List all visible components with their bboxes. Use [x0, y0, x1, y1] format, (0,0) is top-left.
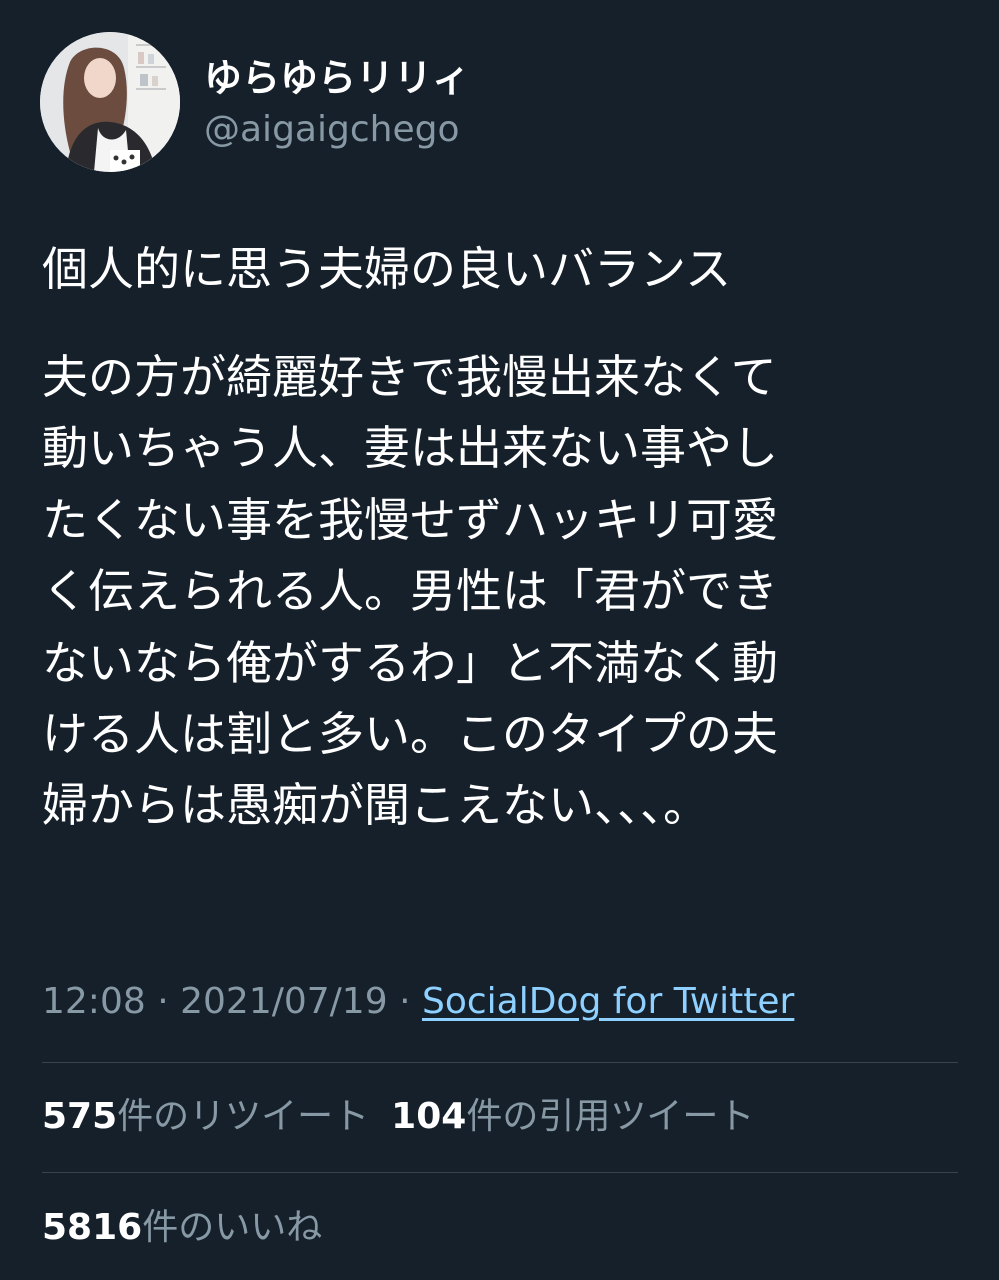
tweet-body-line: ないなら俺がするわ」と不満なく動 — [42, 635, 778, 690]
tweet-body-line: 夫の方が綺麗好きで我慢出来なくて — [42, 350, 777, 404]
tweet-body-line: 動いちゃう人、妻は出来ない事やし — [42, 421, 778, 476]
display-name[interactable]: ゆらゆらリリィ — [204, 54, 470, 102]
tweet-metadata: 12:08 · 2021/07/19 · SocialDog for Twitt… — [42, 978, 794, 1026]
tweet-body-line: 婦からは愚痴が聞こえない、、、。 — [42, 778, 709, 833]
retweets-stat[interactable]: 575件のリツイート — [42, 1093, 369, 1141]
quote-tweets-stat[interactable]: 104件の引用ツイート — [391, 1093, 754, 1141]
likes-label: 件のいいね — [142, 1207, 323, 1248]
avatar[interactable] — [40, 32, 180, 172]
retweets-label: 件のリツイート — [117, 1096, 370, 1137]
tweet-source-link[interactable]: SocialDog for Twitter — [422, 981, 794, 1022]
user-handle[interactable]: @aigaigchego — [204, 108, 470, 152]
likes-count: 5816 — [42, 1207, 143, 1248]
user-names: ゆらゆらリリィ @aigaigchego — [204, 54, 470, 152]
divider — [42, 1172, 958, 1173]
engagement-stats-row: 575件のリツイート 104件の引用ツイート — [42, 1093, 754, 1141]
tweet-header: ゆらゆらリリィ @aigaigchego — [40, 32, 940, 172]
tweet-time[interactable]: 12:08 — [42, 981, 146, 1022]
tweet-detail: ゆらゆらリリィ @aigaigchego 個人的に思う夫婦の良いバランス 夫の方… — [0, 0, 999, 1280]
likes-stats-row: 5816件のいいね — [42, 1204, 322, 1252]
retweets-count: 575 — [42, 1096, 118, 1137]
tweet-date[interactable]: 2021/07/19 — [180, 981, 388, 1022]
meta-separator: · — [157, 981, 169, 1022]
quote-tweets-label: 件の引用ツイート — [466, 1096, 755, 1137]
divider — [42, 1062, 958, 1063]
meta-separator: · — [399, 981, 411, 1022]
tweet-lead-text: 個人的に思う夫婦の良いバランス — [42, 242, 732, 296]
tweet-body-text: 夫の方が綺麗好きで我慢出来なくて 動いちゃう人、妻は出来ない事やし たくない事を… — [42, 342, 942, 842]
likes-stat[interactable]: 5816件のいいね — [42, 1204, 322, 1252]
quote-tweets-count: 104 — [391, 1096, 467, 1137]
tweet-body-line: く伝えられる人。男性は「君ができ — [42, 564, 778, 619]
tweet-body-line: ける人は割と多い。このタイプの夫 — [42, 706, 778, 761]
avatar-image — [40, 32, 180, 172]
tweet-body-line: たくない事を我慢せずハッキリ可愛 — [42, 492, 778, 547]
